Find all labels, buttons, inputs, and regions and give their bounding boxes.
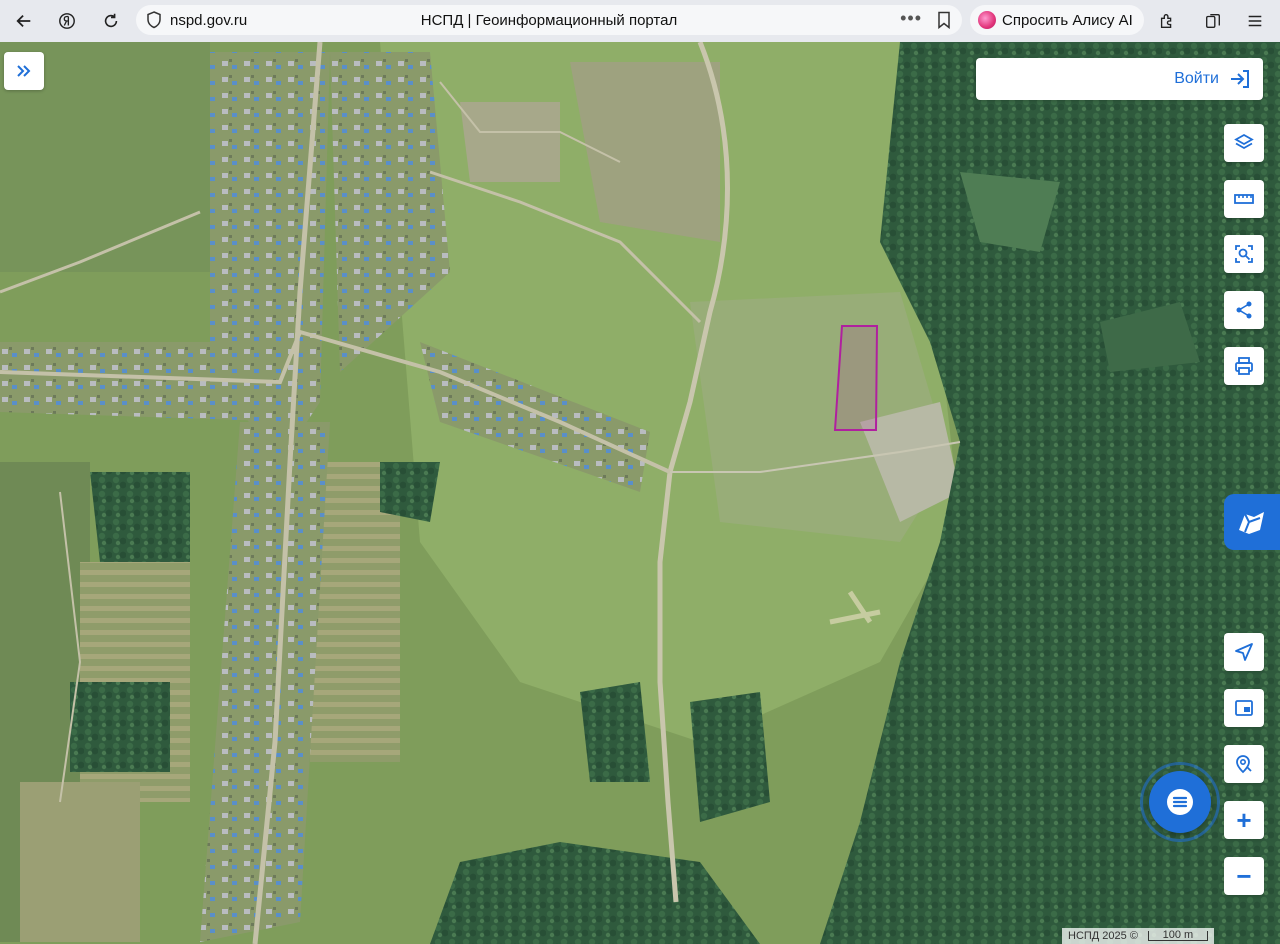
login-icon xyxy=(1231,70,1249,88)
search-location-icon xyxy=(1236,755,1252,774)
minimap-button[interactable] xyxy=(1224,689,1264,727)
login-button[interactable]: Войти xyxy=(976,58,1263,100)
menu-icon[interactable] xyxy=(1238,4,1272,38)
double-chevron-right-icon xyxy=(17,65,31,77)
print-icon xyxy=(1235,357,1253,375)
chat-ring xyxy=(1140,762,1220,842)
ruler-icon xyxy=(1234,194,1254,204)
ruler-button[interactable] xyxy=(1224,180,1264,218)
back-icon[interactable] xyxy=(7,4,41,38)
yandex-home-icon[interactable] xyxy=(50,4,84,38)
select-area-icon xyxy=(1235,245,1253,263)
print-button[interactable] xyxy=(1224,347,1264,385)
copyright-text: НСПД 2025 © xyxy=(1068,930,1138,942)
alice-icon xyxy=(978,11,996,29)
more-icon[interactable]: ••• xyxy=(900,8,922,29)
zoom-out-button[interactable]: − xyxy=(1224,857,1264,895)
address-bar[interactable]: nspd.gov.ru НСПД | Геоинформационный пор… xyxy=(136,5,962,35)
ask-alice-button[interactable]: Спросить Алису AI xyxy=(970,5,1144,35)
collections-icon[interactable] xyxy=(1196,4,1230,38)
satellite-imagery[interactable] xyxy=(0,42,1280,944)
map-attribution: НСПД 2025 © 100 m xyxy=(1062,928,1214,944)
minimap-icon xyxy=(1235,700,1253,716)
url-text[interactable]: nspd.gov.ru xyxy=(170,12,247,29)
extensions-icon[interactable] xyxy=(1150,4,1184,38)
share-icon xyxy=(1236,301,1252,319)
zoom-in-button[interactable]: + xyxy=(1224,801,1264,839)
share-button[interactable] xyxy=(1224,291,1264,329)
locate-icon xyxy=(1235,643,1253,661)
scale-bar: 100 m xyxy=(1147,930,1208,941)
layers-button[interactable] xyxy=(1224,124,1264,162)
ask-alice-label: Спросить Алису AI xyxy=(1002,11,1133,29)
bookmark-icon[interactable] xyxy=(936,11,952,29)
layers-icon xyxy=(1234,133,1254,150)
zoom-out-label: − xyxy=(1236,860,1252,891)
reload-icon[interactable] xyxy=(94,4,128,38)
zoom-in-label: + xyxy=(1236,804,1252,835)
page-title: НСПД | Геоинформационный портал xyxy=(420,11,678,29)
land-parcel-outline xyxy=(833,325,879,431)
scale-label: 100 m xyxy=(1147,930,1208,941)
select-area-button[interactable] xyxy=(1224,235,1264,273)
browser-toolbar: nspd.gov.ru НСПД | Геоинформационный пор… xyxy=(0,0,1280,42)
land-parcel-icon xyxy=(1239,512,1264,534)
land-registry-tab[interactable] xyxy=(1224,494,1280,550)
search-location-button[interactable] xyxy=(1224,745,1264,783)
login-label: Войти xyxy=(1174,70,1219,87)
shield-icon[interactable] xyxy=(146,11,162,29)
chat-button[interactable] xyxy=(1140,762,1220,842)
locate-button[interactable] xyxy=(1224,633,1264,671)
expand-panel-button[interactable] xyxy=(4,52,44,90)
map-view[interactable]: Войти + − НСПД 2025 © 100 m xyxy=(0,42,1280,944)
